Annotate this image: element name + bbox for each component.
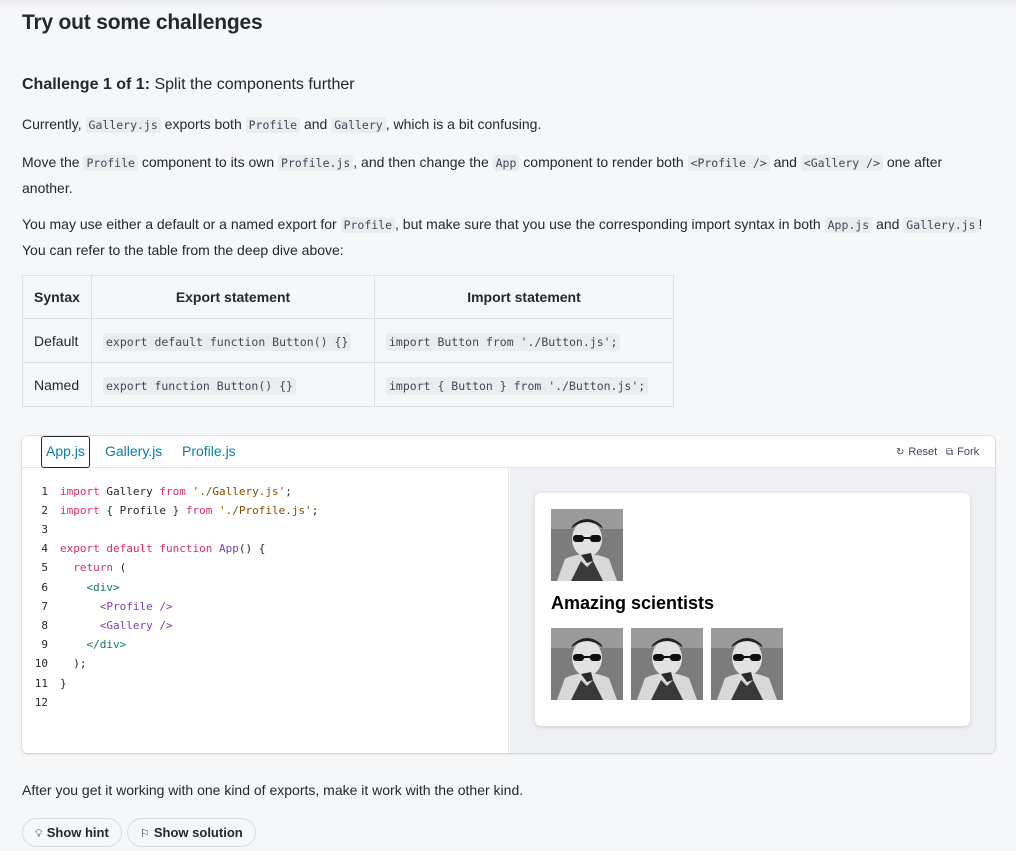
reset-icon: ↻: [896, 447, 905, 458]
inline-code: App: [492, 155, 520, 171]
inline-code: Profile: [245, 117, 301, 133]
paragraph-export-kind: You may use either a default or a named …: [22, 216, 983, 258]
table-cell: import Button from './Button.js';: [374, 318, 674, 363]
challenge-counter: Challenge 1 of 1:: [22, 76, 151, 93]
table-row: Named export function Button() {} import…: [22, 362, 674, 407]
table-header: Syntax: [22, 275, 92, 319]
inline-code: App.js: [824, 217, 873, 233]
inline-code: Gallery: [331, 117, 386, 133]
table-code: export function Button() {}: [103, 376, 296, 395]
footer-instruction: After you get it working with one kind o…: [22, 782, 524, 798]
code-line: 7 <Profile />: [41, 600, 173, 613]
table-header-row: Syntax Export statement Import statement: [22, 275, 674, 319]
code-line: 9 </div>: [41, 638, 127, 651]
code-line: 4 export default function App() {: [41, 542, 266, 555]
code-line: 11}: [34, 677, 67, 690]
reset-button[interactable]: ↻ Reset: [896, 436, 937, 468]
code-editor[interactable]: 1 import Gallery from './Gallery.js'; 2 im…: [22, 468, 509, 753]
paragraph-current: Currently, Gallery.js exports both Profi…: [22, 116, 542, 133]
table-cell: export function Button() {}: [91, 362, 375, 407]
challenge-name: Split the components further: [154, 76, 355, 93]
inline-code: <Gallery />: [800, 155, 883, 171]
show-hint-button[interactable]: 💡︎ Show hint: [22, 818, 122, 847]
paragraph-move: Move the Profile component to its own Pr…: [22, 154, 943, 196]
table-cell: Named: [22, 362, 92, 407]
inline-code: Profile: [83, 155, 138, 171]
external-link-icon: ⧉: [946, 447, 954, 458]
scientist-photo: [551, 509, 623, 581]
code-sandbox: App.js Gallery.js Profile.js ↻ Reset ⧉ For…: [22, 436, 995, 753]
syntax-table: Syntax Export statement Import statement…: [22, 275, 674, 407]
scientist-photo: [551, 628, 623, 700]
inline-code: <Profile />: [687, 155, 770, 171]
tab-profile-js[interactable]: Profile.js: [182, 436, 236, 468]
code-line: 3: [41, 523, 48, 536]
scientist-photo: [711, 628, 783, 700]
lightbulb-icon: 💡︎: [35, 828, 43, 840]
inline-code: Profile.js: [278, 155, 354, 171]
top-shade: [0, 0, 1016, 8]
section-heading: Try out some challenges: [22, 11, 263, 34]
code-line: 5 return (: [41, 561, 127, 574]
code-line: 1 import Gallery from './Gallery.js';: [41, 485, 292, 498]
table-row: Default export default function Button()…: [22, 318, 674, 363]
table-cell: export default function Button() {}: [91, 318, 375, 363]
table-code: import { Button } from './Button.js';: [386, 376, 649, 395]
preview-card: Amazing scientists: [535, 493, 970, 726]
preview-pane: Amazing scientists: [510, 468, 995, 753]
table-cell: Default: [22, 318, 92, 363]
code-line: 10 );: [34, 657, 87, 670]
fork-button[interactable]: ⧉ Fork: [946, 436, 979, 468]
code-line: 12: [34, 696, 48, 709]
table-header: Export statement: [91, 275, 375, 319]
table-code: import Button from './Button.js';: [386, 332, 621, 351]
scientist-photo: [631, 628, 703, 700]
sandbox-tab-bar: App.js Gallery.js Profile.js ↻ Reset ⧉ For…: [22, 436, 995, 468]
code-line: 8 <Gallery />: [41, 619, 173, 632]
challenge-title: Challenge 1 of 1: Split the components f…: [22, 76, 355, 94]
tab-app-js[interactable]: App.js: [41, 436, 90, 468]
code-line: 2 import { Profile } from './Profile.js';: [41, 504, 319, 517]
inline-code: Profile: [340, 217, 396, 233]
table-cell: import { Button } from './Button.js';: [374, 362, 674, 407]
code-line: 6 <div>: [41, 581, 120, 594]
inline-code: Gallery.js: [903, 217, 979, 233]
table-header: Import statement: [374, 275, 674, 319]
show-solution-button[interactable]: ⚐ Show solution: [127, 818, 256, 847]
preview-heading: Amazing scientists: [551, 593, 715, 613]
inline-code: Gallery.js: [85, 117, 161, 133]
tab-gallery-js[interactable]: Gallery.js: [105, 436, 162, 468]
table-code: export default function Button() {}: [103, 332, 352, 351]
flag-icon: ⚐: [140, 828, 150, 840]
